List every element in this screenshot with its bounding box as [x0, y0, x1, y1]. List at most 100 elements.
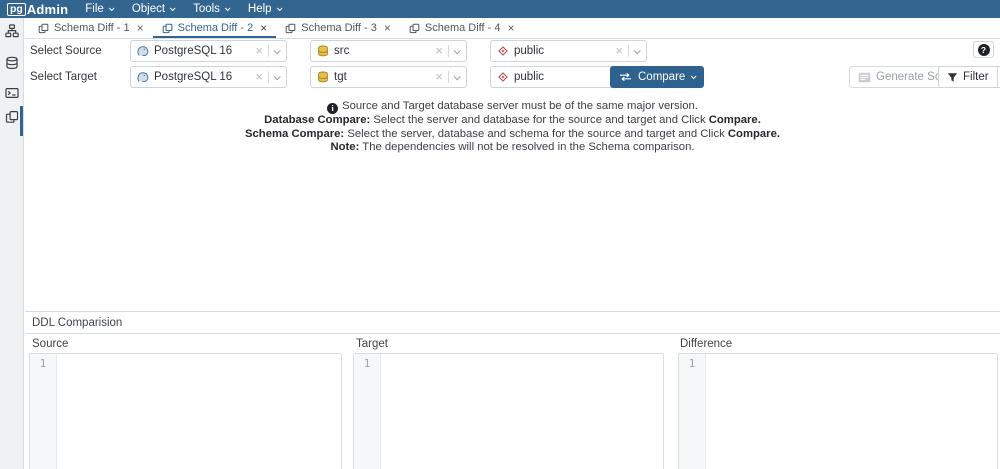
filter-button-label: Filter [963, 71, 989, 83]
ddl-target-label: Target [356, 338, 388, 350]
select-target-label: Select Target [30, 66, 126, 88]
schema-icon [497, 71, 509, 83]
tab-label: Schema Diff - 4 [425, 22, 501, 34]
tab-schema-diff-4[interactable]: Schema Diff - 4 × [400, 18, 524, 38]
target-database-select[interactable]: tgt × [310, 66, 467, 88]
schema-diff-icon [162, 23, 173, 34]
help-button[interactable]: ? [973, 41, 994, 58]
line-number-gutter: 1 [679, 354, 706, 469]
chevron-down-icon[interactable] [454, 75, 460, 80]
ddl-target-editor[interactable]: 1 [353, 353, 664, 469]
filter-button-group: Filter [938, 66, 1000, 88]
tool-sidebar [0, 18, 24, 469]
chevron-down-icon[interactable] [274, 75, 280, 80]
clear-icon[interactable]: × [255, 45, 263, 57]
source-database-select[interactable]: src × [310, 40, 467, 62]
menu-tools[interactable]: Tools [193, 3, 229, 15]
close-icon[interactable]: × [260, 23, 267, 33]
instruction-line-1: iSource and Target database server must … [25, 100, 1000, 114]
instructions: iSource and Target database server must … [25, 100, 1000, 154]
clear-icon[interactable]: × [435, 45, 443, 57]
menu-object[interactable]: Object [132, 3, 174, 15]
compare-button[interactable]: Compare [610, 66, 704, 88]
ddl-source-label: Source [32, 338, 68, 350]
schema-icon [497, 45, 509, 57]
compare-icon [619, 72, 632, 82]
postgresql-server-icon [137, 45, 149, 57]
app-header: pgAdmin File Object Tools Help [0, 0, 1000, 18]
schema-diff-tool-icon[interactable] [5, 110, 19, 124]
menu-help-label: Help [248, 3, 272, 15]
tab-schema-diff-3[interactable]: Schema Diff - 3 × [276, 18, 400, 38]
filter-dropdown-button[interactable] [997, 67, 1000, 87]
filter-icon [947, 72, 958, 83]
menu-help[interactable]: Help [248, 3, 281, 15]
menu-bar: File Object Tools Help [85, 3, 280, 15]
chevron-down-icon [225, 5, 231, 11]
clear-icon[interactable]: × [255, 71, 263, 83]
pgadmin-logo: pgAdmin [7, 2, 68, 17]
chevron-down-icon [170, 5, 176, 11]
tab-schema-diff-1[interactable]: Schema Diff - 1 × [29, 18, 153, 38]
info-icon: i [327, 103, 338, 114]
target-server-value: PostgreSQL 16 [154, 71, 232, 83]
instruction-text: Select the server and database for the s… [373, 114, 705, 126]
pgadmin-window: pgAdmin File Object Tools Help Schema Di… [0, 0, 1000, 469]
postgresql-server-icon [137, 71, 149, 83]
ddl-comparison-section: DDL Comparision Source Target Difference… [25, 311, 1000, 469]
line-number-gutter: 1 [30, 354, 57, 469]
tab-label: Schema Diff - 3 [301, 22, 377, 34]
source-server-value: PostgreSQL 16 [154, 45, 232, 57]
instruction-line-2: Database Compare: Select the server and … [25, 114, 1000, 127]
instruction-action: Compare. [728, 128, 780, 140]
ddl-source-editor[interactable]: 1 [29, 353, 342, 469]
close-icon[interactable]: × [137, 23, 144, 33]
divider [448, 71, 449, 83]
help-icon: ? [978, 44, 990, 56]
source-database-value: src [334, 45, 349, 57]
target-schema-value: public [514, 71, 544, 83]
instruction-text: Select the server, database and schema f… [347, 128, 724, 140]
schema-diff-icon [285, 23, 296, 34]
chevron-down-icon[interactable] [634, 49, 640, 54]
divider [628, 45, 629, 57]
chevron-down-icon [276, 5, 282, 11]
close-icon[interactable]: × [384, 23, 391, 33]
source-schema-select[interactable]: public × [490, 40, 647, 62]
chevron-down-icon[interactable] [454, 49, 460, 54]
instruction-text: The dependencies will not be resolved in… [362, 141, 694, 153]
instruction-term: Schema Compare: [245, 128, 344, 140]
menu-file[interactable]: File [85, 3, 113, 15]
instruction-action: Compare. [709, 114, 761, 126]
ddl-comparison-title: DDL Comparision [25, 312, 1000, 334]
target-server-select[interactable]: PostgreSQL 16 × [130, 66, 287, 88]
close-icon[interactable]: × [507, 23, 514, 33]
divider [448, 45, 449, 57]
tab-bar: Schema Diff - 1 × Schema Diff - 2 × Sche… [25, 18, 1000, 39]
divider [268, 45, 269, 57]
instruction-line-4: Note: The dependencies will not be resol… [25, 141, 1000, 154]
menu-object-label: Object [132, 3, 165, 15]
clear-icon[interactable]: × [615, 45, 623, 57]
query-tool-icon[interactable] [5, 56, 19, 70]
object-explorer-icon[interactable] [5, 24, 19, 38]
instruction-line-3: Schema Compare: Select the server, datab… [25, 128, 1000, 141]
chevron-down-icon [691, 73, 697, 79]
instruction-term: Note: [330, 141, 359, 153]
source-server-select[interactable]: PostgreSQL 16 × [130, 40, 287, 62]
tab-label: Schema Diff - 1 [54, 22, 130, 34]
clear-icon[interactable]: × [435, 71, 443, 83]
tab-schema-diff-2[interactable]: Schema Diff - 2 × [153, 18, 277, 38]
pgadmin-logo-admin: Admin [27, 2, 68, 17]
compare-button-label: Compare [638, 71, 685, 83]
active-tool-indicator [20, 106, 23, 136]
pgadmin-logo-pg: pg [7, 3, 26, 16]
script-icon [858, 72, 871, 83]
filter-button[interactable]: Filter [939, 67, 997, 87]
chevron-down-icon [109, 5, 115, 11]
chevron-down-icon[interactable] [274, 49, 280, 54]
tab-label: Schema Diff - 2 [178, 22, 254, 34]
psql-tool-icon[interactable] [5, 86, 19, 100]
ddl-difference-editor[interactable]: 1 [678, 353, 998, 469]
ddl-difference-label: Difference [680, 338, 732, 350]
